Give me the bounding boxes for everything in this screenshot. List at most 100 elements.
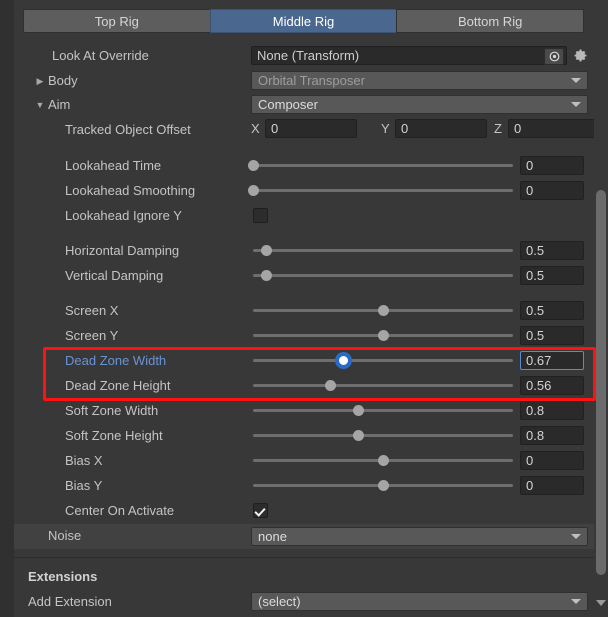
vertical-damping-label: Vertical Damping (65, 268, 164, 283)
offset-z-input[interactable]: 0 (508, 119, 600, 138)
row-tracked-object-offset: Tracked Object Offset X 0 Y 0 Z 0 (14, 119, 600, 141)
slider-handle[interactable] (324, 380, 336, 391)
add-extension-dropdown[interactable]: (select) (251, 592, 588, 611)
lookahead-ignore-y-checkbox[interactable] (253, 208, 268, 223)
row-bias-x: Bias X 0 (14, 450, 594, 472)
body-label: Body (48, 73, 78, 88)
screen-x-input[interactable]: 0.5 (520, 301, 584, 320)
offset-z-axis-label: Z (494, 121, 502, 136)
slider-handle[interactable] (378, 330, 389, 341)
dead-zone-width-label: Dead Zone Width (65, 353, 167, 368)
row-center-on-activate: Center On Activate (14, 500, 594, 522)
tab-middle-rig-label: Middle Rig (272, 13, 335, 29)
aim-value: Composer (258, 97, 318, 112)
row-body: ▶ Body Orbital Transposer (14, 70, 594, 92)
tab-middle-rig[interactable]: Middle Rig (209, 9, 398, 33)
slider-handle[interactable] (353, 430, 365, 441)
slider-handle[interactable] (261, 245, 272, 256)
slider-handle[interactable] (248, 185, 259, 196)
slider-track (253, 409, 513, 412)
slider-track (253, 164, 513, 167)
slider-track (253, 359, 513, 362)
slider-track (253, 274, 513, 277)
soft-zone-width-label: Soft Zone Width (65, 403, 159, 418)
tracked-object-offset-label: Tracked Object Offset (65, 122, 191, 137)
body-dropdown[interactable]: Orbital Transposer (251, 71, 588, 90)
tab-top-rig[interactable]: Top Rig (23, 9, 211, 33)
row-lookahead-ignore-y: Lookahead Ignore Y (14, 205, 594, 227)
vertical-damping-input[interactable]: 0.5 (520, 266, 584, 285)
chevron-right-icon[interactable]: ▶ (34, 70, 46, 92)
bias-y-input[interactable]: 0 (520, 476, 584, 495)
dead-zone-height-slider[interactable] (253, 376, 513, 395)
lookahead-smoothing-slider[interactable] (248, 181, 513, 200)
lookahead-smoothing-label: Lookahead Smoothing (65, 183, 196, 198)
vertical-damping-slider[interactable] (253, 266, 513, 285)
lookahead-time-input[interactable]: 0 (520, 156, 584, 175)
chevron-down-icon (571, 599, 581, 604)
soft-zone-height-slider[interactable] (253, 426, 513, 445)
row-screen-x: Screen X 0.5 (14, 300, 594, 322)
look-at-override-field[interactable]: None (Transform) (251, 46, 567, 65)
slider-handle[interactable] (248, 160, 259, 171)
noise-dropdown[interactable]: none (251, 527, 588, 546)
center-on-activate-checkbox[interactable] (253, 503, 268, 518)
row-aim: ▼ Aim Composer (14, 94, 594, 116)
object-picker-icon[interactable] (544, 48, 564, 65)
extensions-separator (14, 557, 594, 558)
offset-x-input[interactable]: 0 (265, 119, 357, 138)
row-dead-zone-height: Dead Zone Height 0.56 (14, 375, 594, 397)
chevron-down-icon[interactable]: ▼ (34, 94, 46, 116)
row-soft-zone-width: Soft Zone Width 0.8 (14, 400, 594, 422)
row-lookahead-time: Lookahead Time 0 (14, 155, 594, 177)
row-soft-zone-height: Soft Zone Height 0.8 (14, 425, 594, 447)
horizontal-damping-slider[interactable] (253, 241, 513, 260)
vertical-scrollbar[interactable] (594, 0, 608, 617)
screen-y-slider[interactable] (253, 326, 513, 345)
dead-zone-width-slider[interactable] (253, 351, 513, 370)
noise-label: Noise (48, 528, 82, 543)
dead-zone-width-input[interactable]: 0.67 (520, 351, 584, 370)
look-at-override-label: Look At Override (52, 48, 149, 63)
aim-dropdown[interactable]: Composer (251, 95, 588, 114)
soft-zone-height-input[interactable]: 0.8 (520, 426, 584, 445)
row-horizontal-damping: Horizontal Damping 0.5 (14, 240, 594, 262)
screen-x-slider[interactable] (253, 301, 513, 320)
tab-bottom-rig-label: Bottom Rig (458, 13, 523, 29)
tab-bottom-rig[interactable]: Bottom Rig (396, 9, 585, 33)
screen-y-label: Screen Y (65, 328, 119, 343)
slider-track (253, 249, 513, 252)
slider-handle[interactable] (261, 270, 272, 281)
chevron-down-icon[interactable] (596, 600, 606, 606)
slider-handle[interactable] (378, 305, 389, 316)
bias-x-input[interactable]: 0 (520, 451, 584, 470)
offset-y-axis-label: Y (381, 121, 390, 136)
bias-y-label: Bias Y (65, 478, 103, 493)
horizontal-damping-label: Horizontal Damping (65, 243, 180, 258)
row-bias-y: Bias Y 0 (14, 475, 594, 497)
lookahead-smoothing-input[interactable]: 0 (520, 181, 584, 200)
gear-icon[interactable] (572, 46, 588, 65)
slider-track (253, 384, 513, 387)
slider-handle[interactable] (378, 480, 389, 491)
bias-y-slider[interactable] (253, 476, 513, 495)
row-vertical-damping: Vertical Damping 0.5 (14, 265, 594, 287)
bias-x-label: Bias X (65, 453, 103, 468)
slider-handle[interactable] (353, 405, 365, 416)
row-add-extension: Add Extension (select) (14, 591, 594, 613)
horizontal-damping-input[interactable]: 0.5 (520, 241, 584, 260)
extensions-title: Extensions (28, 569, 98, 584)
slider-handle[interactable] (334, 352, 352, 369)
scrollbar-thumb[interactable] (596, 190, 606, 575)
inspector-panel: Top Rig Middle Rig Bottom Rig Look At Ov… (0, 0, 608, 617)
offset-y-input[interactable]: 0 (395, 119, 487, 138)
soft-zone-width-slider[interactable] (253, 401, 513, 420)
screen-y-input[interactable]: 0.5 (520, 326, 584, 345)
lookahead-time-slider[interactable] (248, 156, 513, 175)
chevron-down-icon (571, 534, 581, 539)
bias-x-slider[interactable] (253, 451, 513, 470)
dead-zone-height-input[interactable]: 0.56 (520, 376, 584, 395)
noise-value: none (258, 529, 287, 544)
slider-handle[interactable] (378, 455, 389, 466)
soft-zone-width-input[interactable]: 0.8 (520, 401, 584, 420)
